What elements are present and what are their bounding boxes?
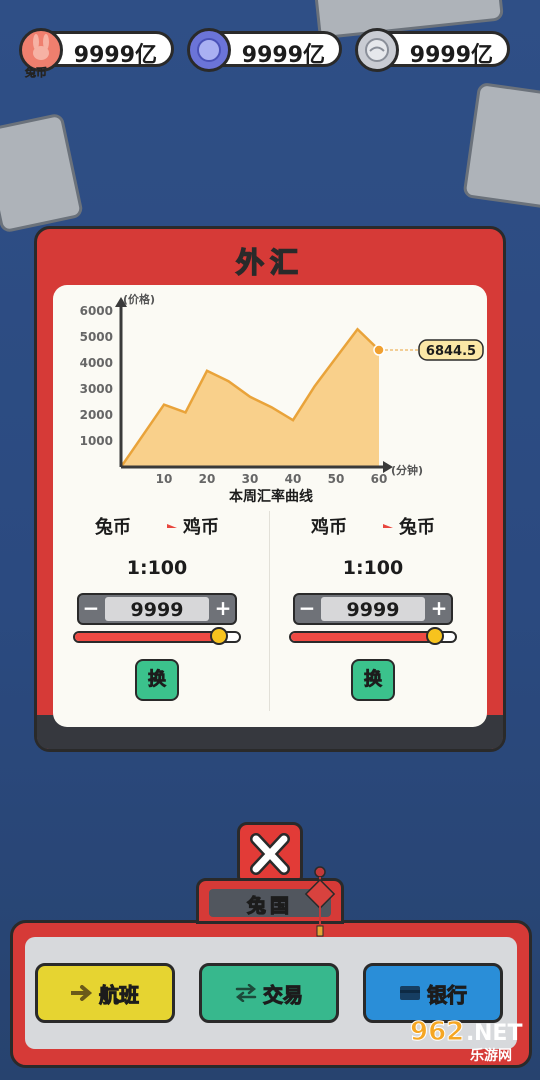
slider-handle[interactable] (426, 627, 445, 645)
from-currency: 鸡币 (311, 517, 347, 538)
currency-pair: 兔币 鸡币 (57, 513, 257, 539)
nav-label: 银行 (427, 982, 468, 1007)
background-rock (0, 112, 85, 234)
nav-label: 航班 (99, 982, 140, 1007)
exchange-button[interactable]: 换 (351, 659, 395, 701)
slider-fill (291, 633, 436, 641)
plus-button[interactable]: + (427, 595, 451, 623)
plane-arrow-icon (71, 985, 93, 1001)
y-tick-label: 1000 (80, 434, 113, 448)
amount-stepper[interactable]: − 9999 + (293, 593, 453, 625)
swap-arrows-icon (235, 984, 257, 1002)
y-tick-label: 4000 (80, 356, 113, 370)
slider-fill (75, 633, 220, 641)
watermark-logo: 962 . NET 乐游网 (410, 1017, 523, 1065)
panel-title: 外汇 (235, 245, 304, 280)
amount-slider[interactable] (73, 627, 241, 645)
watermark-site: 乐游网 (470, 1047, 512, 1064)
currency-silver: 9999亿 (355, 28, 510, 72)
chinese-knot-icon (304, 866, 336, 937)
minus-button[interactable]: − (295, 595, 319, 623)
amount-field[interactable]: 9999 (105, 597, 209, 621)
card-icon (400, 986, 420, 1000)
currency-pair: 鸡币 兔币 (273, 513, 473, 539)
x-axis-label: (分钟) (391, 463, 423, 477)
panel-body: (价格) (分钟) 本周汇率曲线 1000 2000 3000 4000 5000 600… (53, 285, 487, 727)
currency-value: 9999亿 (73, 43, 157, 68)
amount-field[interactable]: 9999 (321, 597, 425, 621)
to-currency: 兔币 (399, 517, 435, 538)
watermark-suffix: NET (474, 1021, 522, 1046)
exchange-right: 鸡币 兔币 1:100 − 9999 + 换 (273, 513, 473, 701)
x-tick-label: 10 (156, 472, 173, 486)
x-tick-label: 60 (371, 472, 388, 486)
close-button[interactable] (237, 822, 303, 886)
currency-sublabel: 兔币 (25, 66, 48, 80)
nav-flights-button[interactable]: 航班 (35, 963, 175, 1023)
forex-panel: 外汇 (价格) (分钟) 本周汇率曲线 1000 2000 3000 4000 5000… (34, 226, 506, 752)
current-point (373, 344, 385, 356)
nav-label: 交易 (263, 982, 304, 1007)
exchange-ratio: 1:100 (126, 557, 188, 579)
y-tick-label: 6000 (80, 304, 113, 318)
currency-value: 9999亿 (241, 43, 325, 68)
x-tick-label: 20 (199, 472, 216, 486)
background-rock (462, 81, 540, 211)
x-tick-label: 40 (285, 472, 302, 486)
exchange-button[interactable]: 换 (135, 659, 179, 701)
y-tick-label: 5000 (80, 330, 113, 344)
watermark-number: 962 (410, 1017, 464, 1047)
currency-value: 9999亿 (409, 43, 493, 68)
currency-blue: 9999亿 (187, 28, 342, 72)
exchange-left: 兔币 鸡币 1:100 − 9999 + 换 (57, 513, 257, 701)
plus-button[interactable]: + (211, 595, 235, 623)
nav-trade-button[interactable]: 交易 (199, 963, 339, 1023)
slider-handle[interactable] (210, 627, 229, 645)
x-tick-label: 30 (242, 472, 259, 486)
chart-title: 本周汇率曲线 (229, 488, 313, 505)
exchange-ratio: 1:100 (342, 557, 404, 579)
from-currency: 兔币 (95, 517, 131, 538)
currency-rabbit: 9999亿 兔币 (19, 28, 174, 79)
amount-slider[interactable] (289, 627, 457, 645)
amount-stepper[interactable]: − 9999 + (77, 593, 237, 625)
silver-coin-icon (355, 28, 399, 72)
divider (269, 511, 270, 711)
x-tick-label: 50 (328, 472, 345, 486)
y-axis-label: (价格) (123, 292, 155, 306)
blue-coin-icon (187, 28, 231, 72)
close-x-icon (250, 833, 290, 875)
arrow-right-icon (137, 524, 177, 528)
y-tick-label: 2000 (80, 408, 113, 422)
y-tick-label: 3000 (80, 382, 113, 396)
to-currency: 鸡币 (183, 517, 219, 538)
current-value-label: 6844.5 (426, 344, 476, 359)
arrow-right-icon (353, 524, 393, 528)
exchange-rate-chart: (价格) (分钟) 本周汇率曲线 1000 2000 3000 4000 5000 600… (80, 292, 484, 505)
minus-button[interactable]: − (79, 595, 103, 623)
